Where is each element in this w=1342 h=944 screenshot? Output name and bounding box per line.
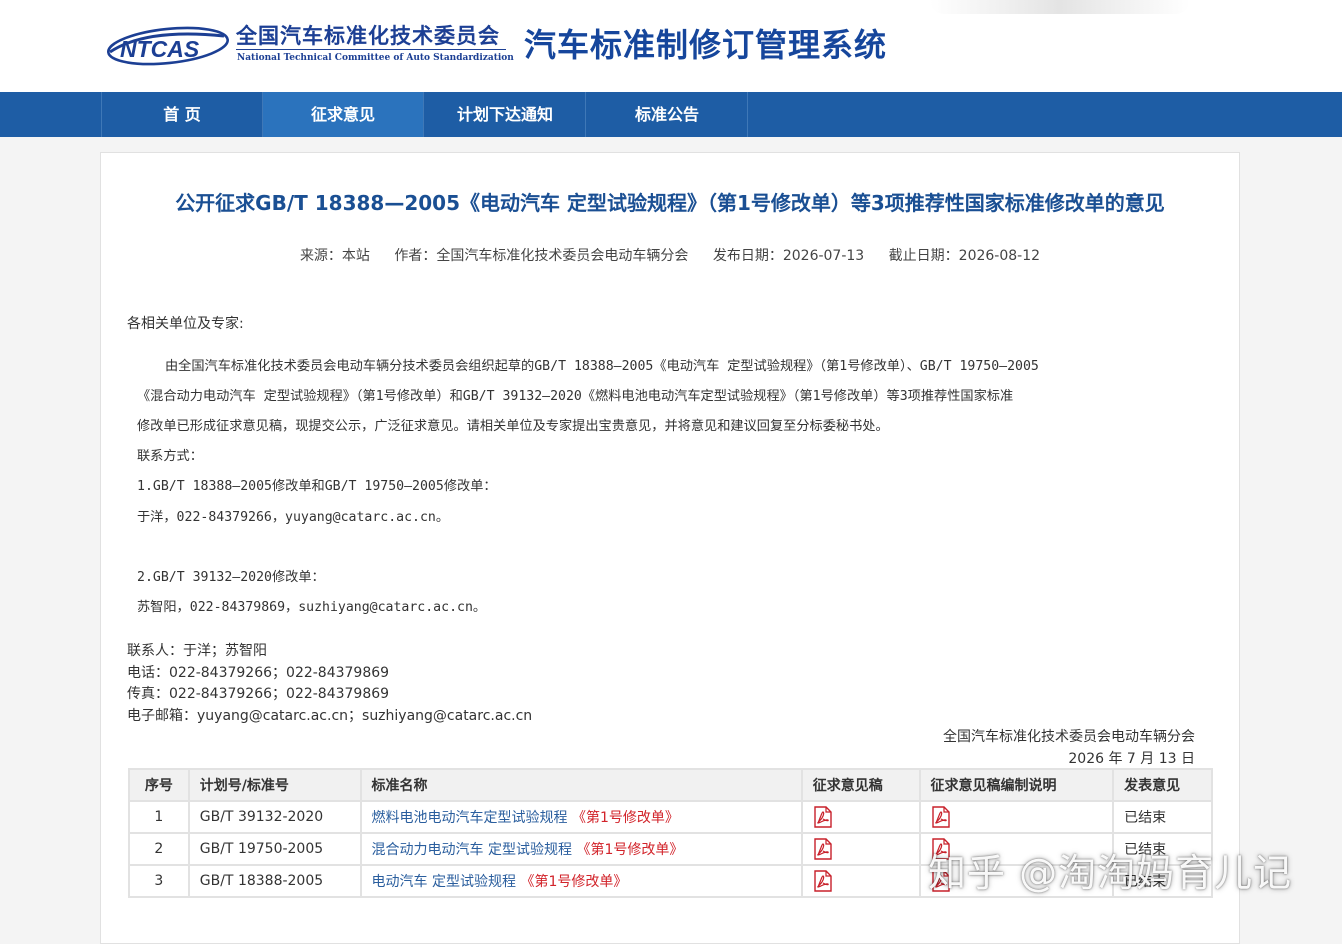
- nav-item-solicit-comments[interactable]: 征求意见: [263, 92, 424, 137]
- standard-name-link[interactable]: 电动汽车 定型试验规程: [372, 874, 516, 890]
- row-code: GB/T 19750-2005: [187, 832, 362, 866]
- col-header-name: 标准名称: [359, 768, 803, 802]
- org-name-cn: 全国汽车标准化技术委员会: [236, 23, 500, 48]
- signature-date: 2026 年 7 月 13 日: [1068, 751, 1195, 767]
- pdf-download-icon[interactable]: [813, 870, 833, 892]
- table-header-row: 序号 计划号/标准号 标准名称 征求意见稿 征求意见稿编制说明 发表意见: [128, 768, 1213, 802]
- col-header-no: 序号: [128, 768, 190, 802]
- contact-phone: 电话：022-84379266；022-84379869: [127, 665, 390, 681]
- contact-2-info: 苏智阳，022-84379869，suzhiyang@catarc.ac.cn。: [137, 600, 487, 615]
- org-name-en: National Technical Committee of Auto Sta…: [237, 53, 514, 63]
- body-line-1: 由全国汽车标准化技术委员会电动车辆分技术委员会组织起草的GB/T 18388—2…: [165, 359, 1039, 374]
- table-row: 1 GB/T 39132-2020 燃料电池电动汽车定型试验规程 《第1号修改单…: [128, 800, 1213, 834]
- row-no: 3: [128, 864, 190, 898]
- row-code: GB/T 18388-2005: [187, 864, 362, 898]
- contact-2-title: 2.GB/T 39132—2020修改单：: [137, 570, 325, 585]
- amendment-link[interactable]: 《第1号修改单》: [572, 810, 679, 826]
- contact-person: 联系人：于洋；苏智阳: [127, 643, 267, 659]
- header-decoration: [930, 0, 1190, 14]
- row-no: 1: [128, 800, 190, 834]
- standard-name-link[interactable]: 混合动力电动汽车 定型试验规程: [372, 842, 572, 858]
- col-header-explanation: 征求意见稿编制说明: [918, 768, 1115, 802]
- org-name-divider: [236, 49, 506, 50]
- contact-1-title: 1.GB/T 18388—2005修改单和GB/T 19750—2005修改单：: [137, 479, 497, 494]
- row-code: GB/T 39132-2020: [187, 800, 362, 834]
- amendment-link[interactable]: 《第1号修改单》: [576, 842, 683, 858]
- contact-1-info: 于洋，022-84379266，yuyang@catarc.ac.cn。: [137, 510, 450, 525]
- row-draft-cell: [800, 864, 921, 898]
- standard-name-link[interactable]: 燃料电池电动汽车定型试验规程: [372, 810, 568, 826]
- pdf-download-icon[interactable]: [813, 806, 833, 828]
- col-header-draft: 征求意见稿: [800, 768, 921, 802]
- row-status: 已结束: [1112, 800, 1213, 834]
- main-nav: 首 页 征求意见 计划下达通知 标准公告: [0, 92, 1342, 137]
- row-name-cell: 电动汽车 定型试验规程 《第1号修改单》: [359, 864, 803, 898]
- row-draft-cell: [800, 800, 921, 834]
- meta-author: 作者：全国汽车标准化技术委员会电动车辆分会: [394, 248, 689, 264]
- nav-item-plan-notice[interactable]: 计划下达通知: [425, 92, 586, 137]
- contact-fax: 传真：022-84379266；022-84379869: [127, 686, 390, 702]
- nav-item-home[interactable]: 首 页: [101, 92, 263, 137]
- system-title: 汽车标准制修订管理系统: [524, 26, 888, 64]
- site-header: NTCAS 全国汽车标准化技术委员会 National Technical Co…: [0, 0, 1342, 92]
- article-panel: 公开征求GB/T 18388—2005《电动汽车 定型试验规程》（第1号修改单）…: [100, 152, 1240, 944]
- meta-source: 来源：本站: [299, 248, 370, 264]
- contact-email: 电子邮箱：yuyang@catarc.ac.cn；suzhiyang@catar…: [127, 708, 533, 724]
- pdf-download-icon[interactable]: [813, 838, 833, 860]
- logo-text: NTCAS: [120, 36, 200, 62]
- body-line-2: 《混合动力电动汽车 定型试验规程》（第1号修改单）和GB/T 39132—202…: [137, 389, 1014, 404]
- pdf-download-icon[interactable]: [931, 806, 951, 828]
- col-header-comment: 发表意见: [1112, 768, 1213, 802]
- row-explanation-cell: [918, 800, 1115, 834]
- contact-heading: 联系方式：: [137, 449, 203, 464]
- zhihu-watermark: 知乎 @淘淘妈育儿记: [928, 851, 1293, 895]
- salutation: 各相关单位及专家:: [127, 316, 244, 332]
- row-no: 2: [128, 832, 190, 866]
- meta-deadline: 截止日期：2026-08-12: [888, 248, 1041, 264]
- amendment-link[interactable]: 《第1号修改单》: [520, 874, 627, 890]
- article-title: 公开征求GB/T 18388—2005《电动汽车 定型试验规程》（第1号修改单）…: [175, 191, 1165, 215]
- row-name-cell: 混合动力电动汽车 定型试验规程 《第1号修改单》: [359, 832, 803, 866]
- body-line-3: 修改单已形成征求意见稿，现提交公示，广泛征求意见。请相关单位及专家提出宝贵意见，…: [137, 419, 889, 434]
- signature-org: 全国汽车标准化技术委员会电动车辆分会: [943, 729, 1195, 745]
- col-header-code: 计划号/标准号: [187, 768, 362, 802]
- meta-publish-date: 发布日期：2026-07-13: [712, 248, 865, 264]
- row-name-cell: 燃料电池电动汽车定型试验规程 《第1号修改单》: [359, 800, 803, 834]
- ntcas-logo-icon[interactable]: NTCAS: [106, 22, 234, 68]
- row-draft-cell: [800, 832, 921, 866]
- nav-item-standard-announcement[interactable]: 标准公告: [587, 92, 748, 137]
- article-meta: 来源：本站 作者：全国汽车标准化技术委员会电动车辆分会 发布日期：2026-07…: [101, 245, 1239, 265]
